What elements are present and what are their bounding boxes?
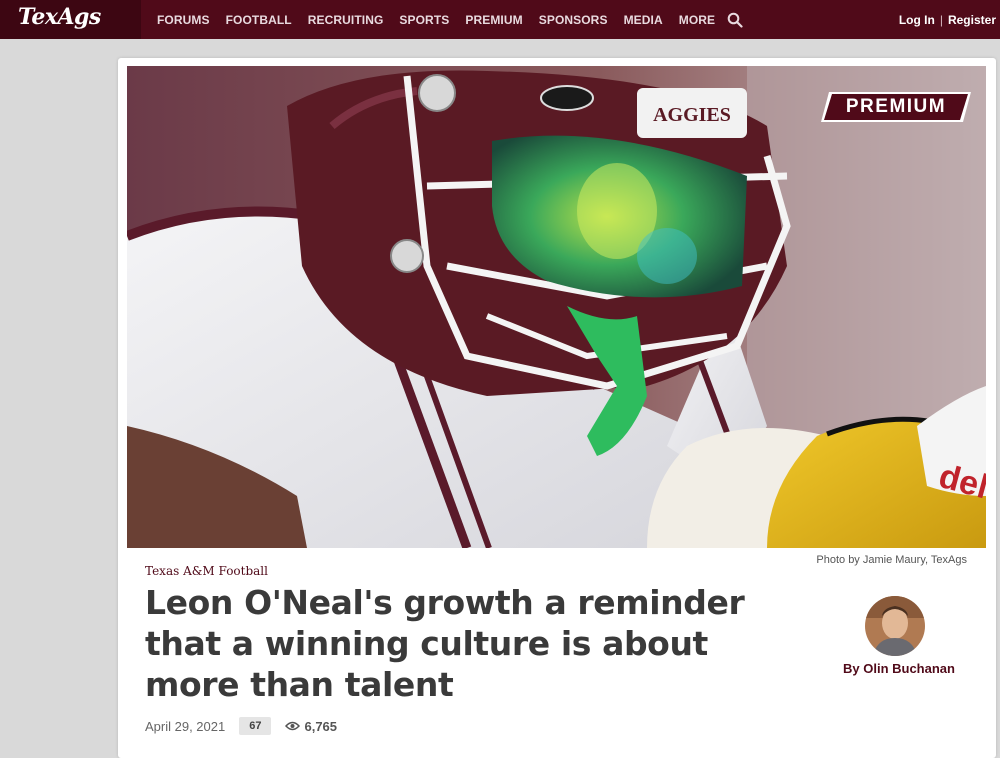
helmet-text: AGGIES: [653, 104, 731, 126]
nav-item-premium[interactable]: PREMIUM: [465, 13, 522, 27]
top-nav-bar: TexAgs FORUMS FOOTBALL RECRUITING SPORTS…: [0, 0, 1000, 39]
view-count-value: 6,765: [304, 718, 338, 734]
publish-date: April 29, 2021: [145, 718, 226, 734]
premium-badge: PREMIUM: [821, 92, 971, 122]
nav-item-sponsors[interactable]: SPONSORS: [539, 13, 608, 27]
section-label[interactable]: Texas A&M Football: [145, 564, 268, 578]
auth-links: Log In | Register: [899, 0, 996, 39]
nav-item-sports[interactable]: SPORTS: [399, 13, 449, 27]
comment-count-badge[interactable]: 67: [239, 717, 272, 735]
main-nav: FORUMS FOOTBALL RECRUITING SPORTS PREMIU…: [157, 0, 743, 39]
register-link[interactable]: Register: [948, 13, 996, 27]
photo-credit: Photo by Jamie Maury, TexAgs: [816, 554, 967, 566]
author-avatar[interactable]: [865, 596, 925, 656]
login-link[interactable]: Log In: [899, 13, 935, 27]
nav-item-media[interactable]: MEDIA: [624, 13, 663, 27]
article-headline: Leon O'Neal's growth a reminder that a w…: [145, 583, 745, 704]
article-meta: April 29, 2021 67 6,765: [145, 717, 337, 735]
author-byline[interactable]: By Olin Buchanan: [843, 661, 955, 676]
search-icon[interactable]: [727, 12, 743, 28]
premium-badge-label: PREMIUM: [845, 96, 947, 117]
logo-container[interactable]: TexAgs: [0, 0, 141, 39]
nav-item-forums[interactable]: FORUMS: [157, 13, 210, 27]
auth-separator: |: [939, 12, 943, 27]
hero-photo: AGGIES dell PREMIUM: [127, 66, 986, 548]
football-player-photo: AGGIES dell: [127, 66, 986, 548]
nav-item-recruiting[interactable]: RECRUITING: [308, 13, 384, 27]
eye-icon: [285, 721, 301, 731]
nav-item-more[interactable]: MORE: [679, 13, 715, 27]
article-card: AGGIES dell PREMIUM Photo by Jamie Maury…: [118, 58, 996, 758]
texags-logo[interactable]: TexAgs: [18, 4, 101, 30]
nav-item-football[interactable]: FOOTBALL: [226, 13, 292, 27]
view-count: 6,765: [285, 719, 337, 734]
